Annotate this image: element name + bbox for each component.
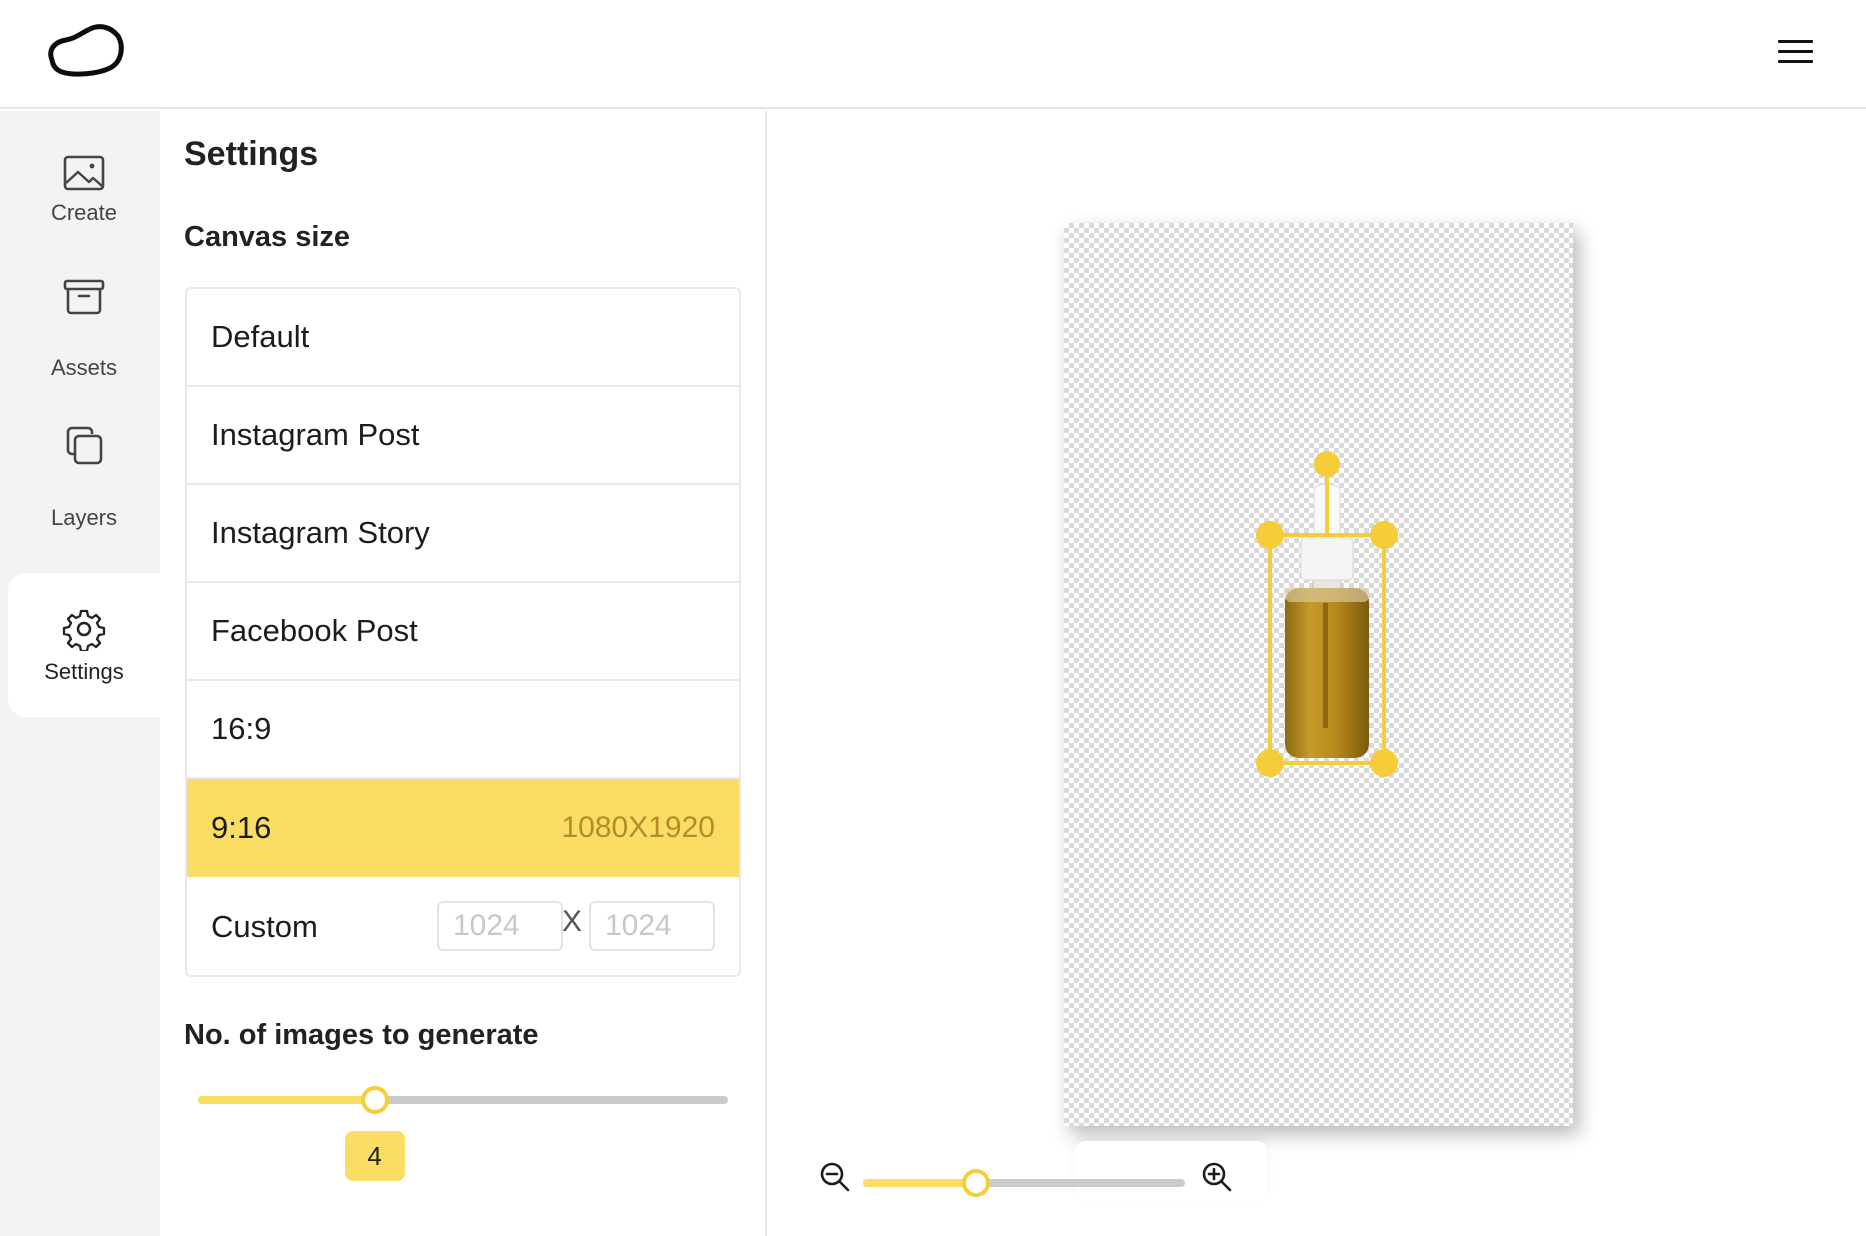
size-option-label: 16:9	[211, 711, 272, 746]
images-count-value: 4	[344, 1131, 405, 1181]
image-icon	[63, 155, 105, 191]
layers-icon	[66, 426, 103, 465]
zoom-controls	[819, 1141, 1379, 1211]
size-option-custom[interactable]: Custom X	[187, 877, 739, 975]
slider-fill	[863, 1179, 976, 1187]
size-option-label: Facebook Post	[211, 613, 418, 648]
archive-box-icon	[63, 279, 105, 315]
size-option-label: Custom	[211, 909, 318, 944]
size-option-16-9[interactable]: 16:9	[187, 681, 739, 779]
size-option-label: Default	[211, 319, 310, 354]
images-count-heading: No. of images to generate	[184, 1019, 539, 1051]
custom-height-input[interactable]	[589, 901, 715, 951]
images-count-slider[interactable]	[198, 1086, 728, 1114]
gear-icon	[62, 609, 106, 651]
zoom-in-icon[interactable]	[1201, 1161, 1233, 1193]
size-option-label: Instagram Story	[211, 515, 430, 550]
zoom-controls-background	[1075, 1141, 1267, 1201]
sidebar-item-create[interactable]: Create	[8, 111, 160, 255]
dropper-collar	[1300, 537, 1354, 581]
top-header	[0, 0, 1866, 109]
size-dimensions: 1080X1920	[561, 811, 716, 844]
slider-fill	[198, 1096, 375, 1104]
resize-handle-top-left	[1256, 521, 1284, 549]
cloud-logo-icon[interactable]	[44, 22, 126, 80]
hamburger-menu-icon[interactable]	[1776, 36, 1816, 68]
custom-width-input[interactable]	[437, 901, 563, 951]
sidebar-item-label: Layers	[50, 505, 118, 530]
size-option-label: 9:16	[211, 810, 272, 845]
canvas-stage	[769, 111, 1866, 1236]
design-canvas[interactable]	[1064, 223, 1573, 1126]
size-option-instagram-story[interactable]: Instagram Story	[187, 485, 739, 583]
rotate-handle	[1314, 451, 1340, 477]
times-separator: X	[562, 905, 583, 938]
canvas-size-list: Default Instagram Post Instagram Story F…	[185, 287, 741, 977]
panel-title: Settings	[184, 135, 319, 173]
zoom-out-icon[interactable]	[819, 1161, 851, 1193]
sidebar-item-label: Create	[50, 200, 118, 225]
slider-thumb[interactable]	[360, 1086, 389, 1114]
resize-handle-top-right	[1370, 521, 1398, 549]
sidebar-item-label: Assets	[50, 355, 118, 380]
sidebar: Create Assets Layers Settings	[0, 111, 160, 1236]
size-option-label: Instagram Post	[211, 417, 420, 452]
resize-handle-bottom-right	[1370, 749, 1398, 777]
sidebar-item-settings[interactable]: Settings	[8, 573, 160, 717]
canvas-size-heading: Canvas size	[184, 221, 351, 253]
resize-handle-bottom-left	[1256, 749, 1284, 777]
sidebar-item-layers[interactable]: Layers	[8, 391, 160, 535]
size-option-default[interactable]: Default	[187, 289, 739, 387]
zoom-slider[interactable]	[863, 1169, 1185, 1197]
size-option-facebook-post[interactable]: Facebook Post	[187, 583, 739, 681]
selected-product-object[interactable]	[1247, 428, 1407, 778]
size-option-instagram-post[interactable]: Instagram Post	[187, 387, 739, 485]
sidebar-item-assets[interactable]: Assets	[8, 239, 160, 383]
settings-panel: Settings Canvas size Default Instagram P…	[160, 111, 767, 1236]
size-option-9-16[interactable]: 9:16 1080X1920	[187, 779, 739, 877]
slider-thumb[interactable]	[961, 1169, 990, 1197]
sidebar-item-label: Settings	[44, 659, 124, 684]
